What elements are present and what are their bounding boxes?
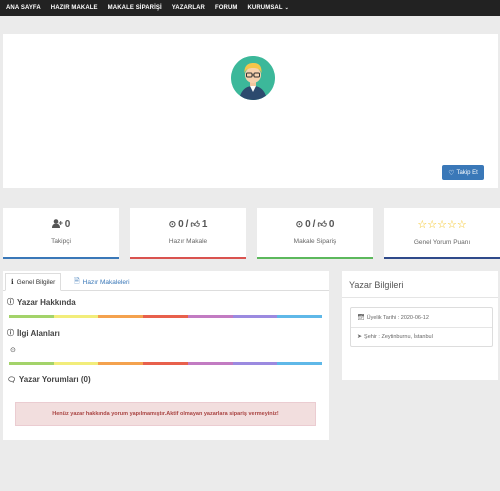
city-row: ➤ Şehir : Zeytinburnu, İstanbul: [357, 333, 433, 341]
rainbow-divider: [9, 362, 323, 365]
stat-ready-articles-value-a: 0: [178, 219, 184, 230]
stat-followers-value: 0: [64, 219, 71, 230]
tab-ready-articles-label: Hazır Makaleleri: [82, 278, 130, 286]
nav-home[interactable]: ANA SAYFA: [6, 5, 41, 11]
stat-followers: 0 Takipçi: [3, 208, 119, 259]
stat-ready-articles-value-b: 1: [201, 219, 208, 230]
profile-card: ♡ Takip Et: [3, 34, 498, 188]
user-plus-icon: [51, 219, 63, 230]
stat-rating: ☆☆☆☆☆ Genel Yorum Puanı: [384, 208, 500, 259]
tab-bar: ℹ Genel Bilgiler 🗎 Hazır Makaleleri: [3, 271, 329, 291]
stat-followers-label: Takipçi: [51, 238, 71, 245]
tab-general-info-label: Genel Bilgiler: [16, 278, 56, 286]
follow-button-label: Takip Et: [456, 169, 478, 176]
nav-ready-articles[interactable]: HAZIR MAKALE: [51, 5, 98, 11]
info-circle-icon: ⓘ: [7, 299, 14, 306]
info-circle-icon: ⓘ: [7, 330, 14, 337]
section-interests: ⓘ İlgi Alanları: [7, 328, 60, 338]
section-interests-title: İlgi Alanları: [17, 328, 60, 338]
clock-icon: ⊙: [168, 219, 177, 229]
comments-icon: 🗨: [7, 376, 16, 384]
follow-button[interactable]: ♡ Takip Et: [442, 165, 484, 180]
city: Şehir : Zeytinburnu, İstanbul: [364, 333, 433, 340]
star-icon: ☆: [446, 219, 457, 231]
rainbow-divider: [9, 315, 323, 318]
author-info-panel: Yazar Bilgileri 📅︎ Üyelik Tarihi : 2020-…: [342, 271, 498, 380]
member-date-row: 📅︎ Üyelik Tarihi : 2020-06-12: [357, 314, 429, 322]
nav-forum[interactable]: FORUM: [215, 5, 238, 11]
location-arrow-icon: ➤: [357, 334, 363, 340]
stat-ready-articles-label: Hazır Makale: [168, 238, 208, 245]
rating-stars: ☆☆☆☆☆: [384, 218, 500, 231]
stat-article-orders-value-a: 0: [305, 219, 311, 230]
nav-article-order[interactable]: MAKALE SİPARİŞİ: [108, 5, 162, 11]
user-avatar-icon: [231, 56, 275, 100]
nav-corporate[interactable]: KURUMSAL ⌄: [247, 5, 288, 11]
chevron-down-icon: ⌄: [284, 5, 289, 11]
divider: [351, 327, 492, 328]
target-icon: ⊙: [10, 347, 16, 354]
star-icon: ☆: [456, 219, 467, 231]
top-navbar: ANA SAYFA HAZIR MAKALE MAKALE SİPARİŞİ Y…: [0, 0, 500, 16]
thumbs-up-icon: 👍︎: [317, 219, 327, 229]
star-icon: ☆: [427, 219, 438, 231]
heart-icon: ♡: [448, 169, 455, 177]
stat-article-orders: ⊙ 0 / 👍︎ 0 Makale Sipariş: [257, 208, 373, 259]
stat-article-orders-value-b: 0: [328, 219, 335, 230]
stat-ready-articles: ⊙ 0 / 👍︎ 1 Hazır Makale: [130, 208, 246, 259]
thumbs-up-icon: 👍︎: [190, 219, 200, 229]
no-comments-alert: Henüz yazar hakkında yorum yapılmamıştır…: [15, 402, 316, 426]
nav-corporate-label: KURUMSAL: [247, 5, 283, 11]
tab-general-info[interactable]: ℹ Genel Bilgiler: [5, 273, 62, 291]
author-info-title: Yazar Bilgileri: [349, 280, 404, 290]
stat-rating-label: Genel Yorum Puanı: [413, 239, 471, 246]
section-about: ⓘ Yazar Hakkında: [7, 297, 76, 307]
stat-article-orders-label: Makale Sipariş: [293, 238, 337, 245]
info-icon: ℹ: [11, 279, 14, 286]
star-icon: ☆: [417, 219, 428, 231]
divider: [342, 297, 498, 298]
section-comments-title: Yazar Yorumları (0): [18, 375, 91, 384]
nav-authors[interactable]: YAZARLAR: [172, 5, 205, 11]
star-icon: ☆: [437, 219, 447, 231]
member-date: Üyelik Tarihi : 2020-06-12: [366, 314, 429, 321]
calendar-icon: 📅︎: [357, 315, 365, 321]
section-comments: 🗨 Yazar Yorumları (0): [7, 375, 91, 384]
tab-ready-articles[interactable]: 🗎 Hazır Makaleleri: [69, 273, 135, 291]
author-info-box: 📅︎ Üyelik Tarihi : 2020-06-12 ➤ Şehir : …: [350, 307, 493, 347]
document-icon: 🗎: [74, 277, 80, 285]
clock-icon: ⊙: [295, 219, 304, 229]
section-about-title: Yazar Hakkında: [17, 297, 76, 307]
